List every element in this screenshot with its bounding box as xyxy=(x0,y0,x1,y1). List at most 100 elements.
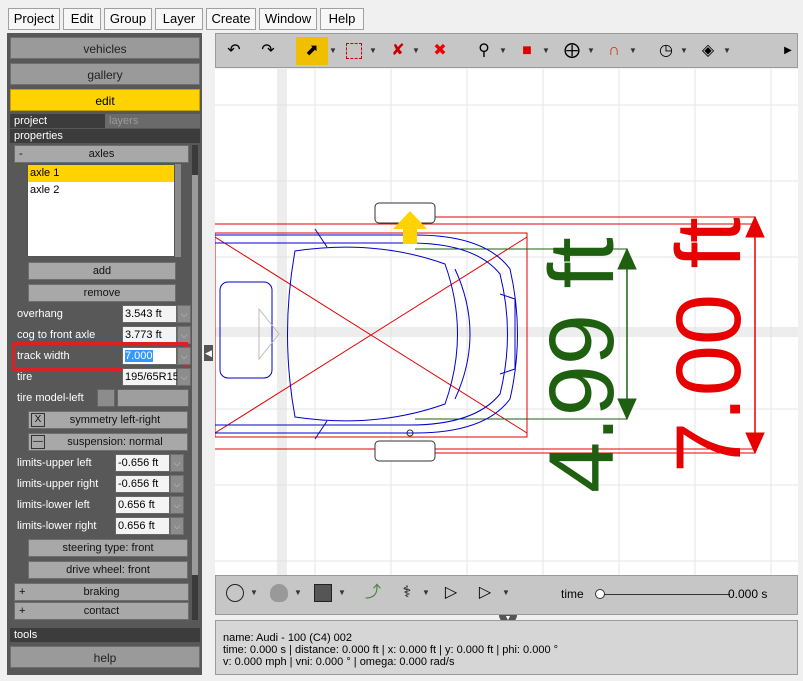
delete-vertex-icon[interactable]: ✘ xyxy=(384,37,412,65)
chevron-down-icon[interactable]: ▼ xyxy=(294,588,302,597)
chevron-down-icon[interactable]: ▼ xyxy=(542,46,550,55)
limits-upper-left-field[interactable]: -0.656 ft xyxy=(115,454,170,472)
limits-lower-left-spinner[interactable]: ⌵ xyxy=(170,496,184,514)
chevron-down-icon[interactable]: ▼ xyxy=(502,588,510,597)
suspension-checkbox[interactable]: — xyxy=(31,435,45,449)
edit-button[interactable]: edit xyxy=(10,89,200,111)
undo-icon[interactable]: ↶ xyxy=(220,37,248,65)
tire-label: tire xyxy=(17,371,33,383)
chevron-down-icon[interactable]: ▼ xyxy=(587,46,595,55)
red-dimension-label: 7.00 ft xyxy=(658,217,760,473)
track-width-value: 7.000 xyxy=(125,350,153,362)
axles-section-label: axles xyxy=(88,148,115,160)
chevron-down-icon[interactable]: ▼ xyxy=(412,46,420,55)
contact-section-header[interactable]: + contact xyxy=(14,602,189,620)
chevron-down-icon[interactable]: ▼ xyxy=(338,588,346,597)
axle-list-scrollbar[interactable] xyxy=(175,164,181,257)
bottom-toolbar: ▼ ▼ ▼ ⤴ ⚕ ▼ ▷ ▷ ▼ time 0.000 s xyxy=(215,575,798,615)
wheel-bottom xyxy=(374,440,436,462)
menu-create[interactable]: Create xyxy=(206,8,256,30)
overhang-field[interactable]: 3.543 ft xyxy=(122,305,177,323)
magnet-icon[interactable]: ∩ xyxy=(600,37,628,65)
chevron-down-icon[interactable]: ▼ xyxy=(250,588,258,597)
overhang-spinner[interactable]: ⌵ xyxy=(177,305,191,323)
axles-section-header[interactable]: - axles xyxy=(14,145,189,163)
collapse-toggle: - xyxy=(19,148,23,160)
tire-model-label: tire model-left xyxy=(17,392,84,404)
limits-upper-right-label: limits-upper right xyxy=(17,478,99,490)
add-axle-button[interactable]: add xyxy=(28,262,176,280)
status-name: name: Audi - 100 (C4) 002 xyxy=(223,632,353,644)
limits-lower-right-field[interactable]: 0.656 ft xyxy=(115,517,170,535)
limits-lower-right-spinner[interactable]: ⌵ xyxy=(170,517,184,535)
symmetry-checkbox[interactable]: X xyxy=(31,413,45,427)
help-button[interactable]: help xyxy=(10,646,200,668)
chevron-down-icon[interactable]: ▼ xyxy=(422,588,430,597)
status-time: time: 0.000 s | distance: 0.000 ft | x: … xyxy=(223,644,559,656)
chevron-down-icon[interactable]: ▼ xyxy=(369,46,377,55)
limits-upper-left-spinner[interactable]: ⌵ xyxy=(170,454,184,472)
top-toolbar: ↶ ↷ ⬈ ▼ ▼ ✘ ▼ ✖ ⚲ ▼ ■ ▼ ⨁ ▼ ∩ ▼ ◷ ▼ ◈ ▼ … xyxy=(215,33,798,68)
time-slider-handle[interactable] xyxy=(595,589,605,599)
redo-icon[interactable]: ↷ xyxy=(254,37,282,65)
menu-edit[interactable]: Edit xyxy=(63,8,101,30)
fill-color-icon[interactable] xyxy=(310,579,336,607)
remove-axle-button[interactable]: remove xyxy=(28,284,176,302)
tire-model-button[interactable] xyxy=(97,389,115,407)
chevron-down-icon[interactable]: ▼ xyxy=(723,46,731,55)
drawing-canvas[interactable]: 4.99 ft 7.00 ft xyxy=(215,69,798,575)
braking-label: braking xyxy=(83,586,120,598)
menu-layer[interactable]: Layer xyxy=(155,8,203,30)
pan-crosshair-icon[interactable]: ⨁ xyxy=(558,37,586,65)
toolbar-overflow-icon[interactable]: ▶ xyxy=(782,37,794,65)
time-slider-track[interactable] xyxy=(600,594,730,595)
step-settings-icon[interactable]: ▷ xyxy=(472,579,498,607)
status-velocity: v: 0.000 mph | vni: 0.000 ° | omega: 0.0… xyxy=(223,656,455,668)
steering-type-button[interactable]: steering type: front xyxy=(28,539,188,557)
symmetry-label: symmetry left-right xyxy=(69,414,161,426)
left-panel: vehicles gallery edit project layers pro… xyxy=(7,33,202,675)
menu-window[interactable]: Window xyxy=(259,8,317,30)
drive-wheel-button[interactable]: drive wheel: front xyxy=(28,561,188,579)
chevron-down-icon[interactable]: ▼ xyxy=(499,46,507,55)
path-tool-icon[interactable]: ⤴ xyxy=(360,579,386,607)
braking-section-header[interactable]: + braking xyxy=(14,583,189,601)
tire-field[interactable]: 195/65R15 xyxy=(122,368,179,386)
ruler-icon[interactable]: ◈ xyxy=(694,37,722,65)
gallery-button[interactable]: gallery xyxy=(10,63,200,85)
limits-lower-left-field[interactable]: 0.656 ft xyxy=(115,496,170,514)
track-width-field[interactable]: 7.000 xyxy=(122,347,177,365)
limits-upper-right-spinner[interactable]: ⌵ xyxy=(170,475,184,493)
rectangle-select-icon[interactable] xyxy=(340,37,368,65)
chevron-down-icon[interactable]: ▼ xyxy=(680,46,688,55)
vehicles-button[interactable]: vehicles xyxy=(10,37,200,59)
zoom-icon[interactable]: ⚲ xyxy=(470,37,498,65)
tab-layers[interactable]: layers xyxy=(105,114,200,128)
menu-project[interactable]: Project xyxy=(8,8,60,30)
play-icon[interactable]: ▷ xyxy=(438,579,464,607)
gauge-icon[interactable]: ◷ xyxy=(652,37,680,65)
properties-scrollbar-thumb[interactable] xyxy=(192,175,198,575)
limits-upper-right-field[interactable]: -0.656 ft xyxy=(115,475,170,493)
suspension-toggle[interactable]: — suspension: normal xyxy=(28,433,188,451)
axle-list-item-2[interactable]: axle 2 xyxy=(28,182,174,199)
circle-tool-icon[interactable] xyxy=(222,579,248,607)
track-width-spinner[interactable]: ⌵ xyxy=(177,347,191,365)
collapse-panel-icon[interactable]: ◀ xyxy=(204,345,213,361)
properties-scrollbar[interactable] xyxy=(192,145,198,620)
expand-toggle-contact: + xyxy=(19,605,26,617)
delete-icon[interactable]: ✖ xyxy=(426,37,454,65)
symmetry-toggle[interactable]: X symmetry left-right xyxy=(28,411,188,429)
cube-icon[interactable]: ■ xyxy=(513,37,541,65)
select-pointer-icon[interactable]: ⬈ xyxy=(296,37,328,65)
menu-group[interactable]: Group xyxy=(104,8,152,30)
tab-project[interactable]: project xyxy=(10,114,105,128)
menu-help[interactable]: Help xyxy=(320,8,364,30)
chevron-down-icon[interactable]: ▼ xyxy=(629,46,637,55)
tire-spinner[interactable]: ⌵ xyxy=(177,368,191,386)
axle-list-item-1[interactable]: axle 1 xyxy=(28,165,174,182)
shape-tool-icon[interactable] xyxy=(266,579,292,607)
tire-model-field[interactable] xyxy=(117,389,189,407)
vehicle-tool-icon[interactable]: ⚕ xyxy=(394,579,420,607)
chevron-down-icon[interactable]: ▼ xyxy=(329,46,337,55)
